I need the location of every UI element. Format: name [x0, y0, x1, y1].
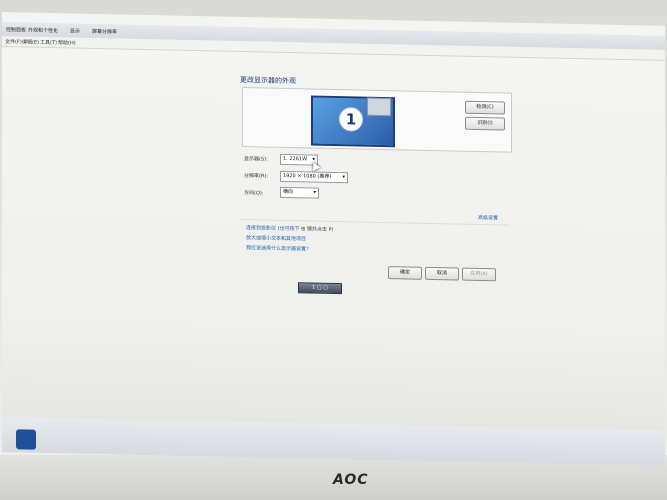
display-value: 1. 2261W: [283, 155, 308, 163]
menu-help[interactable]: 帮助(H): [58, 39, 76, 46]
display-label: 显示器(S):: [244, 156, 268, 163]
menu-tools[interactable]: 工具(T): [40, 39, 57, 46]
menu-edit[interactable]: 编辑(E): [22, 38, 39, 45]
resolution-label: 分辨率(R):: [244, 173, 269, 180]
resolution-value: 1920 × 1080 (推荐): [283, 172, 332, 180]
resolution-select[interactable]: 1920 × 1080 (推荐) ▾: [280, 170, 348, 184]
menu-file[interactable]: 文件(F): [5, 38, 22, 45]
breadcrumb-item[interactable]: 显示: [70, 27, 80, 34]
breadcrumb-item[interactable]: 屏幕分辨率: [92, 28, 117, 36]
advanced-settings-link[interactable]: 高级设置: [478, 214, 498, 221]
identify-button[interactable]: 识别(I): [465, 116, 505, 131]
projector-hint: 连接到投影仪 (也可按下 ⊞ 键并点击 P): [246, 224, 334, 233]
orientation-select[interactable]: 横向 ▾: [280, 186, 319, 199]
apply-button[interactable]: 应用(A): [462, 267, 496, 282]
orientation-value: 横向: [283, 188, 294, 196]
breadcrumb-item[interactable]: 外观和个性化: [28, 27, 58, 35]
projector-hint-suffix: 键并点击 P): [306, 226, 334, 233]
windows-key-icon: ⊞: [301, 226, 306, 233]
display-help-link[interactable]: 我应该选择什么显示器设置?: [246, 244, 309, 252]
brand-logo: AOC: [333, 472, 369, 488]
breadcrumb-item[interactable]: 控制面板: [6, 26, 26, 33]
taskbar-preview-thumbnail[interactable]: 1 ▢ ▢: [298, 282, 342, 295]
monitor-number-badge: 1: [339, 107, 363, 132]
text-size-link[interactable]: 放大或缩小文本和其他项目: [246, 234, 306, 242]
chevron-down-icon: ▾: [342, 174, 345, 181]
cancel-button[interactable]: 取消: [425, 266, 459, 281]
mouse-cursor-icon: [309, 160, 321, 171]
projector-link[interactable]: 连接到投影仪 (也可按下: [246, 225, 300, 232]
screen: 控制面板 外观和个性化 显示 屏幕分辨率 文件(F) 编辑(E) 工具(T) 帮…: [2, 12, 665, 466]
chevron-down-icon: ▾: [313, 189, 316, 196]
orientation-label: 方向(O):: [244, 190, 264, 197]
detect-button[interactable]: 检测(C): [465, 100, 505, 115]
monitor-2-tile[interactable]: [367, 97, 391, 117]
start-button[interactable]: [16, 429, 36, 450]
monitor-preview: 1 检测(C) 识别(I): [242, 87, 512, 153]
page-title: 更改显示器的外观: [240, 75, 296, 86]
ok-button[interactable]: 确定: [388, 266, 422, 280]
